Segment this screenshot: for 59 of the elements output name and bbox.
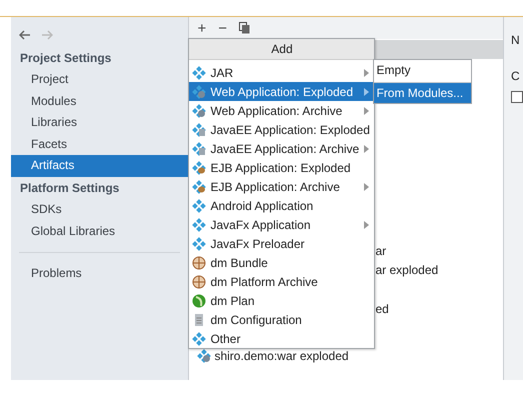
diamonds-icon [192,332,206,346]
diamonds-globe-icon [197,349,212,363]
sidebar-item[interactable]: Artifacts [11,155,188,177]
menu-item[interactable]: JavaEE Application: Archive [189,139,374,158]
menu-item[interactable]: EJB Application: Archive [189,177,374,196]
sidebar-item[interactable]: Facets [11,134,188,156]
tree-item[interactable]: shiro.demo:war exploded [214,349,349,363]
diamonds-globe-icon [192,84,206,98]
tree-item[interactable]: ar [375,244,386,258]
sidebar-item[interactable]: Global Libraries [11,220,188,242]
menu-item[interactable]: Web Application: Archive [189,101,374,120]
menu-item[interactable]: Android Application [189,196,374,215]
copy-button[interactable] [237,22,252,34]
menu-item[interactable]: EJB Application: Exploded [189,158,374,177]
checkbox[interactable] [511,91,523,103]
submenu-arrow-icon [364,144,370,152]
diamonds-bean-icon [192,180,206,194]
submenu-arrow-icon [364,106,370,114]
submenu-arrow-icon [364,182,370,190]
sidebar-item[interactable]: Libraries [11,112,188,134]
section-title: Platform Settings [19,180,120,197]
add-button[interactable]: + [195,20,208,36]
globe-icon [192,274,206,288]
menu-item[interactable]: JavaFx Preloader [189,234,374,253]
sidebar-item[interactable]: Problems [11,263,188,285]
menu-item[interactable]: dm Plan [189,291,374,310]
globe-icon [192,256,206,270]
sidebar-item[interactable]: Project [11,69,188,91]
menu-item[interactable]: Other [189,329,374,348]
menu-item[interactable]: dm Platform Archive [189,272,374,291]
field-label: C [511,69,521,83]
tree-item[interactable]: ar exploded [375,263,438,278]
diamonds-icon [192,198,206,212]
diamonds-globe-icon [192,104,206,118]
menu-item[interactable]: JAR [189,63,374,82]
menu-item[interactable]: JavaFx Application [189,215,374,234]
menu-title: Add [189,39,374,60]
diamonds-bean-icon [192,160,206,174]
field-label: N [511,33,521,47]
diamonds-icon [192,218,206,232]
sidebar-item[interactable]: SDKs [11,198,188,221]
diamonds-page-icon [192,122,206,136]
menu-item[interactable]: dm Configuration [189,310,374,329]
submenu-arrow-icon [364,88,370,96]
menu-item[interactable]: From Modules... [374,82,472,103]
section-title: Project Settings [19,50,112,67]
menu-item[interactable]: JavaEE Application: Exploded [189,120,374,139]
submenu-arrow-icon [364,68,370,76]
submenu-arrow-icon [364,220,370,228]
tree-item[interactable]: ed [375,302,389,316]
leaf-globe-icon [192,294,206,308]
sidebar-item[interactable]: Modules [11,90,188,112]
back-arrow-icon[interactable] [19,30,31,40]
diamonds-page-icon [192,142,206,156]
remove-button[interactable]: − [216,20,229,36]
diamonds-icon [192,236,206,250]
menu-item[interactable]: dm Bundle [189,253,374,272]
diamonds-icon [192,66,206,80]
menu-item[interactable]: Web Application: Exploded [189,82,374,101]
